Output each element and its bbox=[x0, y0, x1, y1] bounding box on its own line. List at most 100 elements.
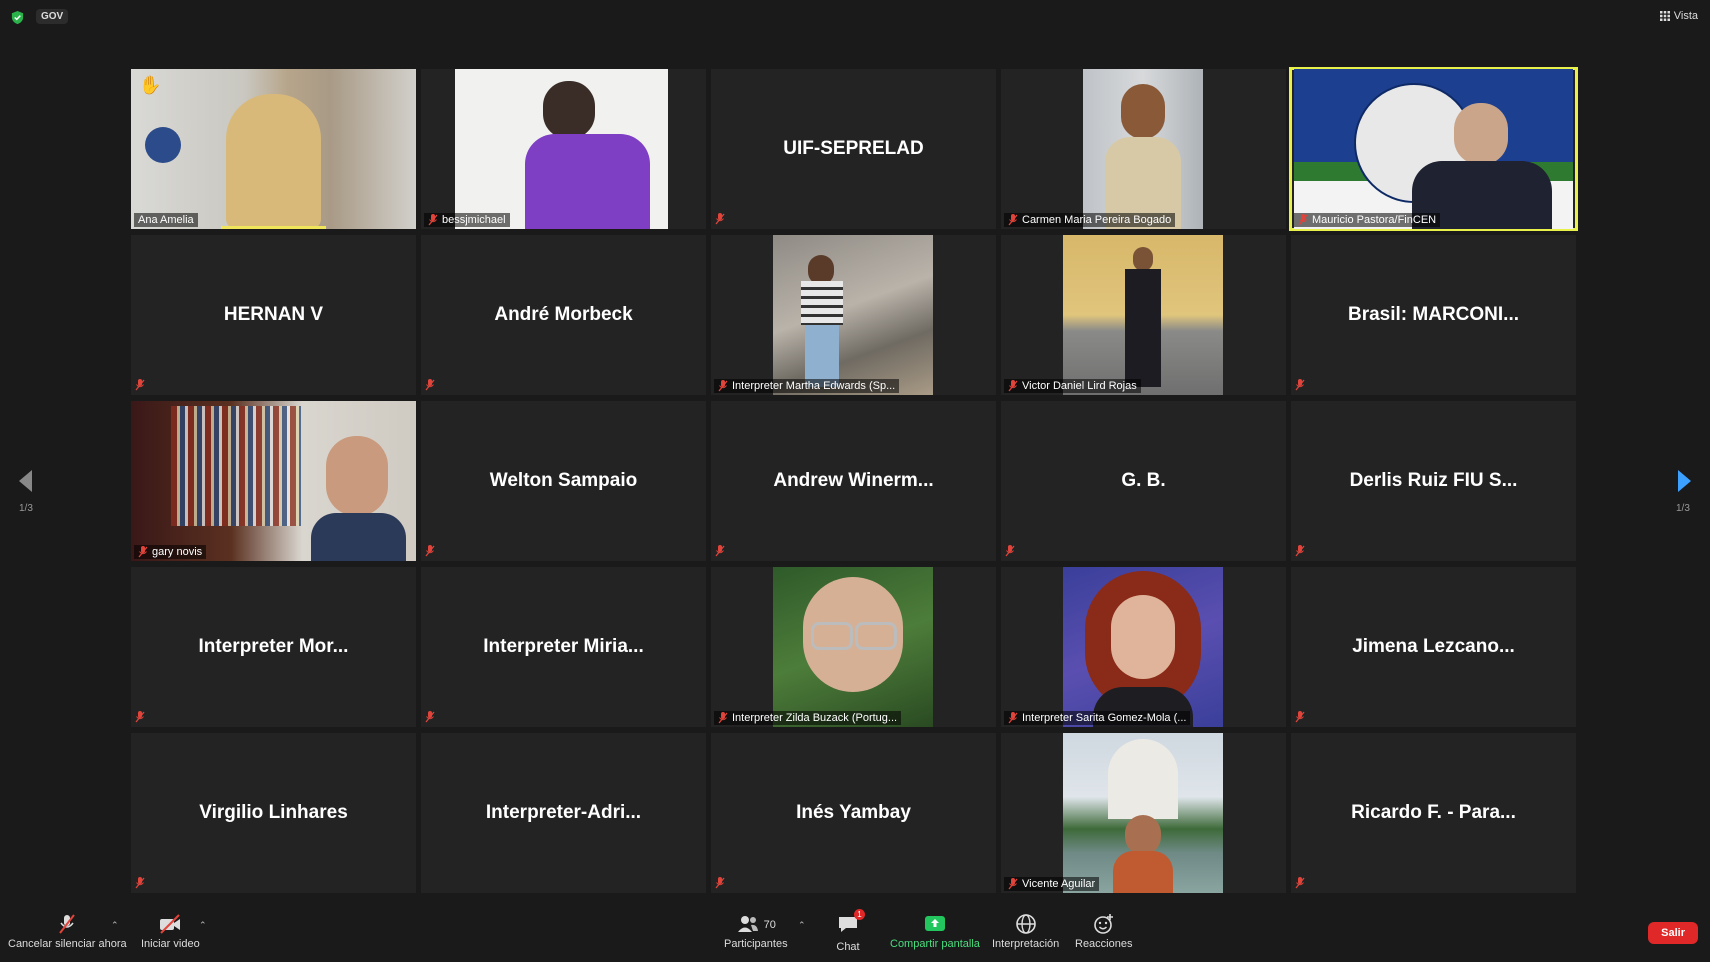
participant-display-name: Interpreter-Adri... bbox=[485, 802, 642, 823]
mic-muted-icon bbox=[1295, 877, 1305, 889]
video-feed bbox=[773, 567, 933, 727]
video-tile-welton-sampaio[interactable]: Welton Sampaio bbox=[421, 401, 706, 561]
video-feed bbox=[131, 401, 416, 561]
video-tile-interpreter-adri[interactable]: Interpreter-Adri... bbox=[421, 733, 706, 893]
mic-muted-icon bbox=[715, 213, 725, 225]
view-button[interactable]: Vista bbox=[1659, 10, 1698, 22]
video-tile-interpreter-zilda-buzack[interactable]: Interpreter Zilda Buzack (Portug... bbox=[711, 567, 996, 727]
page-indicator-left: 1/3 bbox=[19, 503, 33, 514]
mic-muted-icon bbox=[1295, 711, 1305, 723]
participant-name-label: gary novis bbox=[134, 545, 207, 559]
participants-icon-group: 70 bbox=[736, 912, 776, 938]
chat-button[interactable]: 1 Chat bbox=[836, 909, 865, 953]
video-feed bbox=[773, 235, 933, 395]
share-screen-button[interactable]: Compartir pantalla bbox=[890, 912, 980, 950]
video-tile-virgilio-linhares[interactable]: Virgilio Linhares bbox=[131, 733, 416, 893]
person-silhouette bbox=[1133, 247, 1153, 271]
audio-options-caret-icon[interactable]: ⌃ bbox=[111, 920, 119, 931]
participant-display-name: Welton Sampaio bbox=[489, 470, 638, 491]
previous-page-arrow-icon[interactable] bbox=[16, 468, 36, 494]
interpretation-label: Interpretación bbox=[992, 938, 1060, 950]
participant-display-name: Andrew Winerm... bbox=[773, 470, 934, 491]
video-feed bbox=[455, 69, 668, 229]
person-body bbox=[801, 281, 843, 325]
video-tile-interpreter-mor[interactable]: Interpreter Mor... bbox=[131, 567, 416, 727]
mic-muted-icon bbox=[718, 380, 728, 392]
view-label: Vista bbox=[1673, 10, 1698, 22]
video-tile-vicente-aguilar[interactable]: Vicente Aguilar bbox=[1001, 733, 1286, 893]
video-tile-interpreter-martha-edwards[interactable]: Interpreter Martha Edwards (Sp... bbox=[711, 235, 996, 395]
participant-display-name: Interpreter Miria... bbox=[483, 636, 644, 657]
video-tile-derlis-ruiz[interactable]: Derlis Ruiz FIU S... bbox=[1291, 401, 1576, 561]
globe-icon bbox=[1015, 914, 1036, 934]
video-tile-ana-amelia[interactable]: ✋ Ana Amelia bbox=[131, 69, 416, 229]
mic-muted-icon bbox=[138, 546, 148, 558]
participant-display-name: André Morbeck bbox=[494, 304, 633, 325]
mic-muted-icon bbox=[425, 711, 435, 723]
video-tile-mauricio-pastora-fincen[interactable]: Mauricio Pastora/FinCEN bbox=[1289, 67, 1578, 231]
video-tile-carmen-maria-pereira-bogado[interactable]: Carmen Maria Pereira Bogado bbox=[1001, 69, 1286, 229]
mic-muted-icon bbox=[59, 914, 76, 934]
video-tile-victor-daniel-lird-rojas[interactable]: Victor Daniel Lird Rojas bbox=[1001, 235, 1286, 395]
participant-display-name: Derlis Ruiz FIU S... bbox=[1349, 470, 1518, 491]
video-tile-brasil-marconi[interactable]: Brasil: MARCONI... bbox=[1291, 235, 1576, 395]
grid-view-icon bbox=[1659, 11, 1670, 21]
person-silhouette bbox=[1111, 595, 1175, 679]
leave-meeting-button[interactable]: Salir bbox=[1648, 922, 1698, 944]
participant-name-label: Mauricio Pastora/FinCEN bbox=[1294, 213, 1441, 227]
participants-button[interactable]: 70 Participantes bbox=[724, 912, 788, 950]
participant-name-label: Interpreter Sarita Gomez-Mola (... bbox=[1004, 711, 1191, 725]
video-options-caret-icon[interactable]: ⌃ bbox=[199, 920, 207, 931]
page-indicator-right: 1/3 bbox=[1676, 503, 1690, 514]
person-body bbox=[311, 513, 406, 561]
next-page-arrow-icon[interactable] bbox=[1674, 468, 1694, 494]
participant-name-label: Carmen Maria Pereira Bogado bbox=[1004, 213, 1176, 227]
video-tile-hernan-v[interactable]: HERNAN V bbox=[131, 235, 416, 395]
participant-display-name: Jimena Lezcano... bbox=[1352, 636, 1515, 657]
video-tile-uif-seprelad[interactable]: UIF-SEPRELAD bbox=[711, 69, 996, 229]
mic-muted-icon bbox=[715, 877, 725, 889]
person-silhouette bbox=[1454, 103, 1508, 165]
video-tile-ricardo-f[interactable]: Ricardo F. - Para... bbox=[1291, 733, 1576, 893]
start-video-button[interactable]: Iniciar video bbox=[141, 912, 200, 950]
participant-name-label: Interpreter Martha Edwards (Sp... bbox=[714, 379, 900, 393]
mic-muted-icon bbox=[1008, 878, 1018, 890]
video-feed bbox=[1063, 235, 1223, 395]
mic-muted-icon bbox=[1298, 214, 1308, 226]
participants-icon bbox=[737, 916, 758, 932]
reactions-button[interactable]: Reacciones bbox=[1075, 912, 1132, 950]
mic-muted-icon bbox=[425, 545, 435, 557]
interpretation-button[interactable]: Interpretación bbox=[992, 912, 1059, 950]
video-tile-interpreter-sarita-gomez-mola[interactable]: Interpreter Sarita Gomez-Mola (... bbox=[1001, 567, 1286, 727]
participants-count: 70 bbox=[763, 919, 776, 931]
participant-display-name: Brasil: MARCONI... bbox=[1347, 304, 1520, 325]
video-feed bbox=[1083, 69, 1203, 229]
mic-muted-icon bbox=[1295, 379, 1305, 391]
security-shield-icon[interactable] bbox=[10, 10, 25, 25]
video-tile-gary-novis[interactable]: gary novis bbox=[131, 401, 416, 561]
participant-display-name: UIF-SEPRELAD bbox=[783, 138, 924, 159]
share-screen-icon bbox=[924, 916, 945, 931]
person-silhouette bbox=[226, 94, 321, 229]
video-tile-bessjmichael[interactable]: bessjmichael bbox=[421, 69, 706, 229]
smiley-plus-icon bbox=[1093, 914, 1113, 934]
video-tile-andrew-winerm[interactable]: Andrew Winerm... bbox=[711, 401, 996, 561]
video-tile-andre-morbeck[interactable]: André Morbeck bbox=[421, 235, 706, 395]
participant-display-name: Ricardo F. - Para... bbox=[1351, 802, 1516, 823]
video-tile-ines-yambay[interactable]: Inés Yambay bbox=[711, 733, 996, 893]
participant-display-name: Inés Yambay bbox=[796, 802, 911, 823]
person-legs bbox=[805, 325, 839, 387]
unmute-button[interactable]: Cancelar silenciar ahora bbox=[8, 912, 127, 950]
participant-name-label: bessjmichael bbox=[424, 213, 510, 227]
participant-name-label: Ana Amelia bbox=[134, 213, 198, 227]
chat-icon-wrap: 1 bbox=[836, 909, 865, 941]
gov-badge[interactable]: GOV bbox=[36, 9, 69, 24]
mic-muted-icon bbox=[1295, 545, 1305, 557]
person-silhouette bbox=[543, 81, 595, 139]
participants-options-caret-icon[interactable]: ⌃ bbox=[798, 920, 806, 931]
video-tile-interpreter-miria[interactable]: Interpreter Miria... bbox=[421, 567, 706, 727]
participant-display-name: Interpreter Mor... bbox=[198, 636, 349, 657]
video-tile-jimena-lezcano[interactable]: Jimena Lezcano... bbox=[1291, 567, 1576, 727]
person-silhouette bbox=[1125, 815, 1161, 855]
video-tile-g-b[interactable]: G. B. bbox=[1001, 401, 1286, 561]
